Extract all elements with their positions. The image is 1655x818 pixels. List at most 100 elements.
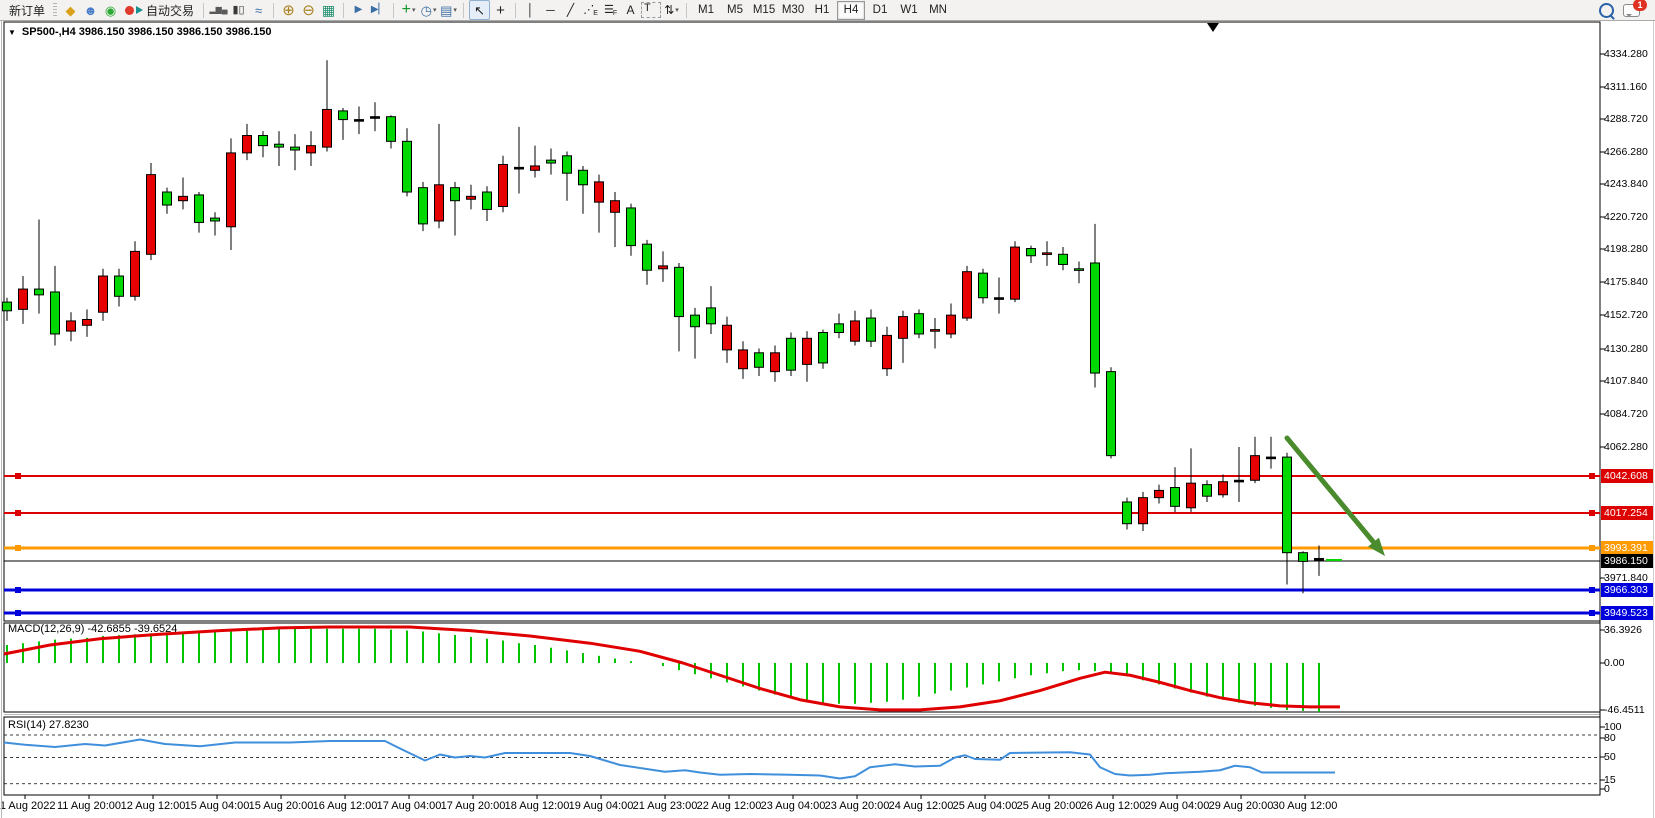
timeframe-m1-button[interactable]: M1 — [692, 1, 720, 20]
date-axis-label: 23 Aug 20:00 — [825, 800, 890, 812]
signals-icon[interactable]: ◉ — [101, 1, 120, 19]
hline-handle-right[interactable] — [1589, 473, 1595, 479]
zoom-in-icon[interactable]: ⊕ — [279, 1, 298, 19]
timeframe-mn-button[interactable]: MN — [924, 1, 952, 20]
rsi-axis-label: 50 — [1604, 751, 1616, 763]
text-icon[interactable]: A — [621, 1, 640, 19]
hline-handle-right[interactable] — [1589, 510, 1595, 516]
candle-body — [339, 111, 348, 120]
candle-body — [579, 170, 588, 184]
candle-body — [931, 330, 940, 332]
date-axis-label: 17 Aug 20:00 — [441, 800, 506, 812]
candle-body — [1027, 249, 1036, 256]
timeframe-m15-button[interactable]: M15 — [750, 1, 778, 20]
macd-axis-label: 0.00 — [1604, 657, 1624, 669]
timeframe-m30-button[interactable]: M30 — [779, 1, 807, 20]
axis-ticks-group — [25, 54, 1605, 799]
horizontal-lines-group[interactable] — [4, 473, 1600, 616]
templates-button[interactable]: ▤▾ — [439, 1, 458, 19]
arrows-icon[interactable]: ⇅▾ — [662, 1, 681, 19]
gold-gem-icon[interactable]: ◆ — [61, 1, 80, 19]
trendline-icon[interactable]: ╱ — [561, 1, 580, 19]
candle-body — [1139, 498, 1148, 524]
autotrading-play-icon — [136, 6, 143, 14]
candle-body — [867, 318, 876, 341]
new-chart-button[interactable]: +▾ — [399, 1, 418, 19]
date-axis-label: 15 Aug 20:00 — [249, 800, 314, 812]
candle-body — [947, 315, 956, 334]
zoom-out-icon[interactable]: ⊖ — [299, 1, 318, 19]
candle-body — [563, 156, 572, 173]
macd-signal-line — [4, 627, 1340, 710]
candle-body — [899, 317, 908, 339]
price-line-label: 3993.391 — [1601, 541, 1653, 555]
hline-handle-left[interactable] — [15, 587, 21, 593]
hline-handle-left[interactable] — [15, 473, 21, 479]
hline-handle-right[interactable] — [1589, 610, 1595, 616]
chart-title-bar: ▼ SP500-,H4 3986.150 3986.150 3986.150 3… — [8, 26, 271, 38]
candle-body — [419, 188, 428, 224]
timeframe-m5-button[interactable]: M5 — [721, 1, 749, 20]
candle-body — [275, 144, 284, 147]
chart-canvas[interactable] — [0, 0, 1655, 818]
horizontal-line-icon[interactable]: ─ — [541, 1, 560, 19]
new-order-button[interactable]: 新订单 — [5, 1, 49, 19]
candle-body — [659, 266, 668, 269]
timeframe-h1-button[interactable]: H1 — [808, 1, 836, 20]
hline-handle-left[interactable] — [15, 545, 21, 551]
timeframe-d1-button[interactable]: D1 — [866, 1, 894, 20]
candle-body — [1187, 483, 1196, 508]
cursor-icon[interactable]: ↖ — [469, 0, 490, 20]
profile-icon[interactable]: ☻ — [81, 1, 100, 19]
candle-body — [643, 244, 652, 270]
candle-body — [739, 350, 748, 369]
price-line-label: 3949.523 — [1601, 606, 1653, 620]
timeframes-clock-button[interactable]: ◷▾ — [419, 1, 438, 19]
crosshair-icon[interactable]: + — [491, 1, 510, 19]
candle-body — [323, 109, 332, 147]
candle-body — [1267, 457, 1276, 459]
fibonacci-icon[interactable]: ☰F — [601, 1, 620, 19]
candle-body — [835, 324, 844, 333]
candle-body — [611, 201, 620, 213]
date-axis-label: 25 Aug 20:00 — [1017, 800, 1082, 812]
line-chart-icon[interactable]: ≈ — [249, 1, 268, 19]
timeframe-h4-button[interactable]: H4 — [837, 1, 865, 20]
collapse-arrow-icon[interactable]: ▼ — [8, 28, 16, 37]
candle-body — [819, 333, 828, 363]
candle-body — [179, 196, 188, 200]
auto-scroll-icon[interactable]: ▶ — [349, 1, 368, 19]
candle-body — [691, 315, 700, 327]
equidistant-channel-icon[interactable]: ⋰E — [581, 1, 600, 19]
candle-body — [851, 321, 860, 341]
bar-chart-icon[interactable]: ▂▆▄ — [209, 1, 228, 19]
vertical-line-icon[interactable]: │ — [521, 1, 540, 19]
search-icon[interactable] — [1599, 3, 1614, 18]
hline-handle-left[interactable] — [15, 610, 21, 616]
candle-body — [995, 298, 1004, 300]
candlestick-chart-icon[interactable]: ▮▯ — [229, 1, 248, 19]
timeframe-w1-button[interactable]: W1 — [895, 1, 923, 20]
date-axis-label: 22 Aug 12:00 — [697, 800, 762, 812]
price-axis-label: 4198.280 — [1604, 243, 1648, 255]
tile-windows-icon[interactable]: ▦ — [319, 1, 338, 19]
text-label-icon[interactable]: T — [641, 1, 661, 19]
candle-body — [35, 289, 44, 295]
autotrading-button[interactable]: 自动交易 — [121, 1, 198, 19]
candle-body — [1251, 456, 1260, 481]
candle-body — [499, 164, 508, 206]
candle-body — [595, 182, 604, 202]
date-axis-label: 23 Aug 04:00 — [761, 800, 826, 812]
candle-body — [1043, 253, 1052, 255]
candle-body — [403, 141, 412, 192]
hline-handle-left[interactable] — [15, 510, 21, 516]
hline-handle-right[interactable] — [1589, 587, 1595, 593]
notifications-icon[interactable]: 1 — [1623, 4, 1640, 17]
candle-body — [1011, 247, 1020, 299]
trend-arrow-shaft[interactable] — [1287, 438, 1373, 542]
chart-shift-icon[interactable]: ▶▏ — [369, 1, 388, 19]
macd-indicator-group — [4, 627, 1340, 712]
candle-body — [1299, 553, 1308, 562]
hline-handle-right[interactable] — [1589, 545, 1595, 551]
candle-body — [467, 196, 476, 199]
